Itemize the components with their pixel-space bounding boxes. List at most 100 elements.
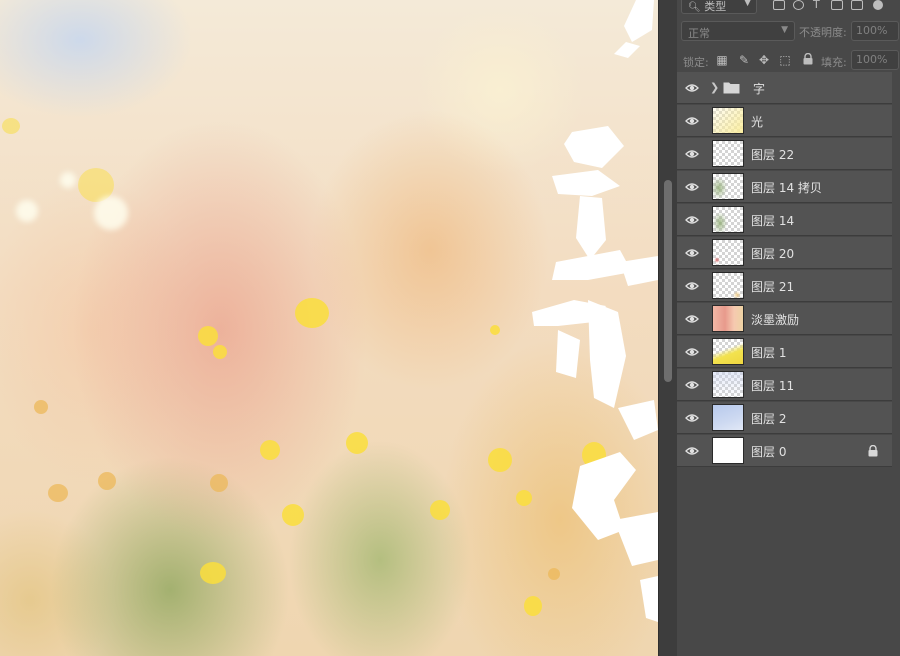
layers-panel: 🔍︎ 类型 ▼ T 正常 ▼ 不透明度: 100% 锁定: ▦ ✎ ✥ ⬚ 填充… — [658, 0, 900, 656]
bokeh-dot — [34, 400, 48, 414]
eye-icon[interactable] — [685, 444, 699, 458]
layer-thumbnail — [712, 272, 744, 299]
layer-row[interactable]: 图层 14 — [677, 204, 892, 236]
fill-value: 100% — [856, 53, 888, 66]
opacity-label: 不透明度: — [799, 26, 847, 39]
layer-filter-select[interactable]: 🔍︎ 类型 ▼ — [681, 0, 757, 14]
bokeh-dot — [210, 474, 228, 492]
bokeh-dot — [260, 440, 280, 460]
layer-name: 图层 11 — [751, 379, 795, 393]
layer-name: 图层 20 — [751, 247, 795, 261]
eye-icon[interactable] — [685, 147, 699, 161]
bokeh-dot — [48, 484, 68, 502]
eye-icon[interactable] — [685, 378, 699, 392]
bokeh-dot — [282, 504, 304, 526]
layer-row[interactable]: 图层 0 — [677, 435, 892, 467]
layer-row[interactable]: 淡墨激励 — [677, 303, 892, 335]
bokeh-dot — [98, 472, 116, 490]
layer-thumbnail — [712, 338, 744, 365]
layer-thumbnail — [712, 206, 744, 233]
bokeh-dot — [346, 432, 368, 454]
layer-row-group[interactable]: ❯ 字 — [677, 72, 892, 104]
layer-row[interactable]: 图层 2 — [677, 402, 892, 434]
scrollbar-thumb[interactable] — [664, 180, 672, 382]
layer-thumbnail — [712, 140, 744, 167]
layer-row[interactable]: 图层 21 — [677, 270, 892, 302]
layer-name: 光 — [751, 115, 764, 129]
adjustment-filter-icon[interactable] — [793, 0, 804, 10]
smart-object-filter-icon[interactable] — [851, 0, 863, 10]
layer-name: 图层 22 — [751, 148, 795, 162]
layer-name: 图层 21 — [751, 280, 795, 294]
layer-row[interactable]: 光 — [677, 105, 892, 137]
fill-label: 填充: — [821, 56, 847, 69]
fill-input[interactable]: 100% — [851, 50, 899, 70]
lock-transparent-pixels-icon[interactable]: ▦ — [715, 53, 729, 67]
layer-name: 图层 14 拷贝 — [751, 181, 822, 195]
chevron-right-icon[interactable]: ❯ — [710, 81, 719, 94]
layer-name: 字 — [753, 82, 766, 96]
bokeh-dot — [490, 325, 500, 335]
layer-thumbnail — [712, 239, 744, 266]
layer-thumbnail — [712, 437, 744, 464]
layer-name: 图层 2 — [751, 412, 787, 426]
bokeh-dot — [488, 448, 512, 472]
blend-mode-value: 正常 — [688, 27, 710, 40]
bokeh-dot — [94, 196, 128, 230]
layer-filter-value: 类型 — [704, 0, 727, 13]
image-filter-icon[interactable] — [773, 0, 785, 10]
lock-position-icon[interactable]: ✥ — [757, 53, 771, 67]
layer-filter-row: 🔍︎ 类型 ▼ T — [677, 0, 900, 14]
shape-filter-icon[interactable] — [831, 0, 843, 10]
layer-thumbnail — [712, 173, 744, 200]
opacity-input[interactable]: 100% — [851, 21, 899, 41]
type-filter-icon[interactable]: T — [813, 0, 825, 10]
blend-row: 正常 ▼ 不透明度: 100% — [677, 20, 900, 44]
chevron-down-icon: ▼ — [744, 0, 751, 8]
eye-icon[interactable] — [685, 213, 699, 227]
eye-icon[interactable] — [685, 81, 699, 95]
bokeh-dot — [200, 562, 226, 584]
lock-all-icon[interactable] — [801, 52, 815, 67]
layer-row[interactable]: 图层 11 — [677, 369, 892, 401]
bokeh-dot — [16, 200, 38, 222]
layer-name: 图层 1 — [751, 346, 787, 360]
layer-name: 图层 0 — [751, 445, 787, 459]
blend-mode-select[interactable]: 正常 ▼ — [681, 21, 795, 41]
eye-icon[interactable] — [685, 246, 699, 260]
bokeh-dot — [430, 500, 450, 520]
document-canvas[interactable] — [0, 0, 658, 656]
opacity-value: 100% — [856, 24, 888, 37]
layer-row[interactable]: 图层 1 — [677, 336, 892, 368]
eye-icon[interactable] — [685, 345, 699, 359]
bokeh-dot — [213, 345, 227, 359]
layer-name: 图层 14 — [751, 214, 795, 228]
eye-icon[interactable] — [685, 180, 699, 194]
filter-toggle-icon[interactable] — [873, 0, 883, 10]
panel-scrollbar[interactable] — [659, 0, 677, 656]
layer-row[interactable]: 图层 14 拷贝 — [677, 171, 892, 203]
bokeh-dot — [60, 172, 76, 188]
lock-label: 锁定: — [683, 56, 709, 69]
layer-thumbnail — [712, 371, 744, 398]
layer-row[interactable]: 图层 22 — [677, 138, 892, 170]
eye-icon[interactable] — [685, 312, 699, 326]
layer-thumbnail — [712, 404, 744, 431]
lock-row: 锁定: ▦ ✎ ✥ ⬚ 填充: 100% — [677, 48, 900, 72]
search-icon: 🔍︎ — [688, 2, 701, 13]
layer-row[interactable]: 图层 20 — [677, 237, 892, 269]
layer-thumbnail — [712, 107, 744, 134]
calligraphy-strokes — [532, 0, 658, 622]
lock-artboard-icon[interactable]: ⬚ — [778, 53, 792, 67]
lock-image-pixels-icon[interactable]: ✎ — [737, 53, 751, 67]
bokeh-dot — [198, 326, 218, 346]
eye-icon[interactable] — [685, 411, 699, 425]
chevron-down-icon: ▼ — [781, 25, 788, 35]
layer-thumbnail — [712, 305, 744, 332]
lock-icon[interactable] — [868, 445, 878, 457]
bokeh-dot — [295, 298, 329, 328]
eye-icon[interactable] — [685, 114, 699, 128]
folder-icon — [723, 82, 740, 94]
eye-icon[interactable] — [685, 279, 699, 293]
bokeh-dot — [2, 118, 20, 134]
